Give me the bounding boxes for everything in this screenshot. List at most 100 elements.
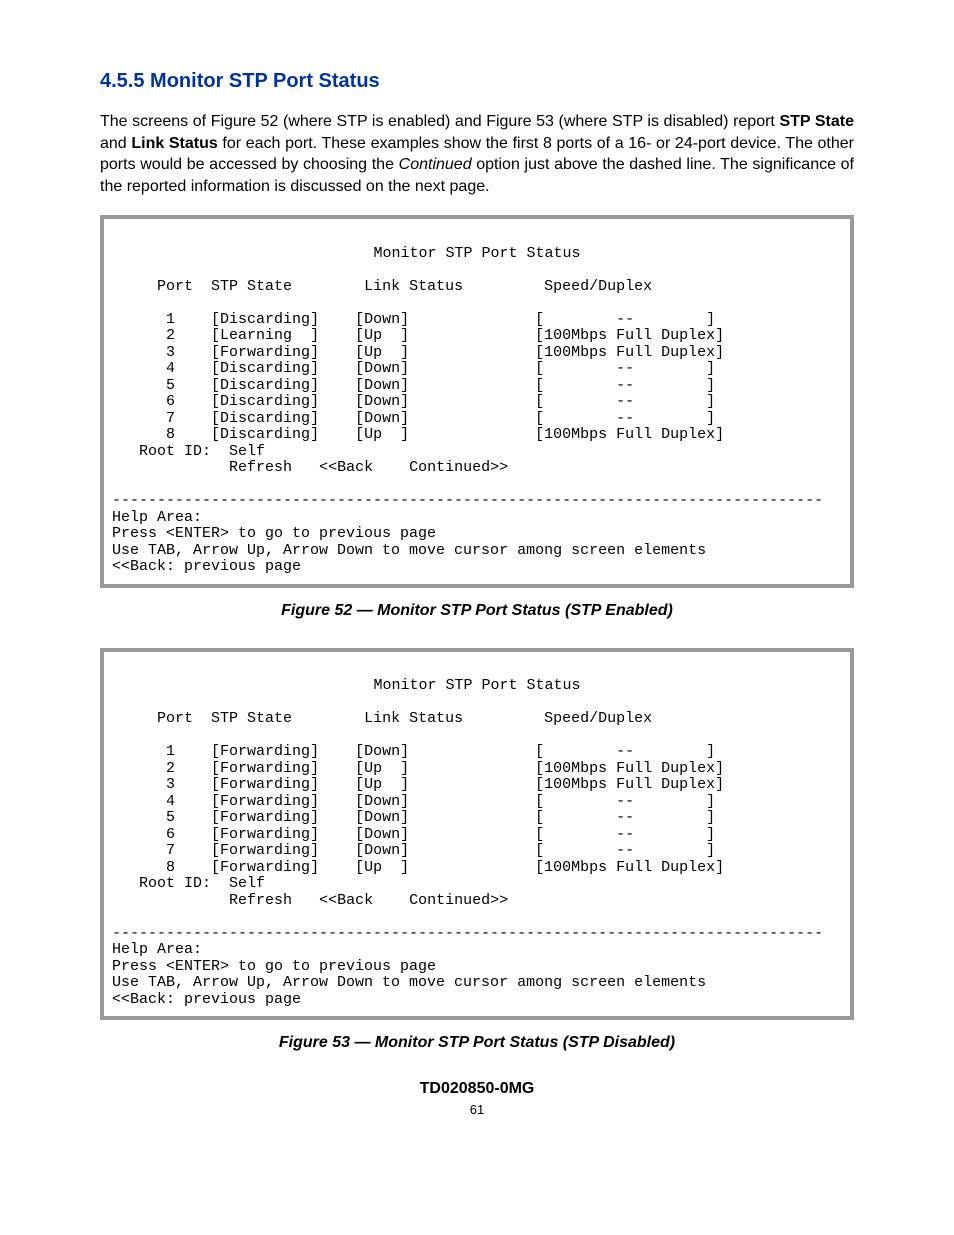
cell-speed: [100Mbps Full Duplex] bbox=[535, 344, 724, 361]
cell-stp: [Discarding] bbox=[211, 393, 319, 410]
cell-port: 5 bbox=[166, 377, 175, 394]
cell-port: 1 bbox=[166, 311, 175, 328]
divider-dashes: ----------------------------------------… bbox=[112, 925, 823, 942]
cell-link: [Down] bbox=[355, 393, 409, 410]
cell-stp: [Discarding] bbox=[211, 426, 319, 443]
cell-port: 7 bbox=[166, 410, 175, 427]
cell-speed: [100Mbps Full Duplex] bbox=[535, 859, 724, 876]
cell-stp: [Forwarding] bbox=[211, 776, 319, 793]
cell-port: 4 bbox=[166, 793, 175, 810]
cell-speed: [ -- ] bbox=[535, 311, 715, 328]
cell-link: [Up ] bbox=[355, 776, 409, 793]
document-id: TD020850-0MG bbox=[100, 1080, 854, 1098]
cell-speed: [ -- ] bbox=[535, 393, 715, 410]
terminal-title: Monitor STP Port Status bbox=[112, 678, 842, 695]
cell-stp: [Discarding] bbox=[211, 311, 319, 328]
cell-speed: [100Mbps Full Duplex] bbox=[535, 426, 724, 443]
cell-port: 2 bbox=[166, 327, 175, 344]
cell-port: 2 bbox=[166, 760, 175, 777]
cell-link: [Down] bbox=[355, 377, 409, 394]
intro-bold-linkstatus: Link Status bbox=[131, 135, 217, 152]
cell-link: [Up ] bbox=[355, 327, 409, 344]
cell-link: [Down] bbox=[355, 826, 409, 843]
cell-speed: [ -- ] bbox=[535, 360, 715, 377]
figure-caption-52: Figure 52 — Monitor STP Port Status (STP… bbox=[100, 602, 854, 620]
cell-port: 8 bbox=[166, 859, 175, 876]
cell-port: 3 bbox=[166, 776, 175, 793]
cell-speed: [100Mbps Full Duplex] bbox=[535, 760, 724, 777]
help-area-title: Help Area: bbox=[112, 941, 202, 958]
col-speed: Speed/Duplex bbox=[544, 710, 652, 727]
cell-stp: [Forwarding] bbox=[211, 793, 319, 810]
refresh-action[interactable]: Refresh bbox=[229, 892, 292, 909]
cell-stp: [Forwarding] bbox=[211, 809, 319, 826]
help-line: Press <ENTER> to go to previous page bbox=[112, 525, 436, 542]
back-action[interactable]: <<Back bbox=[319, 892, 373, 909]
intro-paragraph: The screens of Figure 52 (where STP is e… bbox=[100, 111, 854, 197]
cell-port: 7 bbox=[166, 842, 175, 859]
cell-link: [Down] bbox=[355, 360, 409, 377]
intro-text: The screens of Figure 52 (where STP is e… bbox=[100, 113, 779, 130]
continued-action[interactable]: Continued>> bbox=[409, 459, 508, 476]
cell-port: 6 bbox=[166, 826, 175, 843]
col-speed: Speed/Duplex bbox=[544, 278, 652, 295]
col-stp: STP State bbox=[211, 710, 292, 727]
cell-stp: [Forwarding] bbox=[211, 743, 319, 760]
cell-port: 4 bbox=[166, 360, 175, 377]
cell-stp: [Forwarding] bbox=[211, 344, 319, 361]
cell-stp: [Forwarding] bbox=[211, 842, 319, 859]
cell-link: [Down] bbox=[355, 842, 409, 859]
cell-speed: [ -- ] bbox=[535, 793, 715, 810]
cell-stp: [Discarding] bbox=[211, 410, 319, 427]
cell-speed: [ -- ] bbox=[535, 809, 715, 826]
cell-speed: [ -- ] bbox=[535, 842, 715, 859]
cell-port: 6 bbox=[166, 393, 175, 410]
col-stp: STP State bbox=[211, 278, 292, 295]
help-line: Use TAB, Arrow Up, Arrow Down to move cu… bbox=[112, 974, 706, 991]
cell-link: [Up ] bbox=[355, 859, 409, 876]
cell-link: [Down] bbox=[355, 743, 409, 760]
cell-stp: [Discarding] bbox=[211, 377, 319, 394]
cell-port: 8 bbox=[166, 426, 175, 443]
help-line: Use TAB, Arrow Up, Arrow Down to move cu… bbox=[112, 542, 706, 559]
back-action[interactable]: <<Back bbox=[319, 459, 373, 476]
cell-speed: [100Mbps Full Duplex] bbox=[535, 776, 724, 793]
terminal-screen-fig53: Monitor STP Port Status Port STP State L… bbox=[100, 648, 854, 1021]
terminal-screen-fig52: Monitor STP Port Status Port STP State L… bbox=[100, 215, 854, 588]
intro-bold-stpstate: STP State bbox=[779, 113, 854, 130]
cell-port: 5 bbox=[166, 809, 175, 826]
col-port: Port bbox=[157, 710, 193, 727]
cell-stp: [Forwarding] bbox=[211, 859, 319, 876]
help-line: <<Back: previous page bbox=[112, 991, 301, 1008]
figure-caption-53: Figure 53 — Monitor STP Port Status (STP… bbox=[100, 1034, 854, 1052]
root-id: Root ID: Self bbox=[139, 875, 265, 892]
divider-dashes: ----------------------------------------… bbox=[112, 492, 823, 509]
cell-link: [Down] bbox=[355, 410, 409, 427]
cell-link: [Down] bbox=[355, 793, 409, 810]
refresh-action[interactable]: Refresh bbox=[229, 459, 292, 476]
cell-stp: [Forwarding] bbox=[211, 826, 319, 843]
cell-port: 3 bbox=[166, 344, 175, 361]
cell-speed: [ -- ] bbox=[535, 410, 715, 427]
page-number: 61 bbox=[100, 1102, 854, 1117]
col-link: Link Status bbox=[364, 710, 463, 727]
intro-italic-continued: Continued bbox=[399, 156, 472, 173]
help-line: <<Back: previous page bbox=[112, 558, 301, 575]
root-id: Root ID: Self bbox=[139, 443, 265, 460]
cell-link: [Up ] bbox=[355, 344, 409, 361]
cell-link: [Up ] bbox=[355, 426, 409, 443]
cell-link: [Down] bbox=[355, 311, 409, 328]
terminal-title: Monitor STP Port Status bbox=[112, 246, 842, 263]
help-line: Press <ENTER> to go to previous page bbox=[112, 958, 436, 975]
intro-text: and bbox=[100, 135, 131, 152]
cell-link: [Up ] bbox=[355, 760, 409, 777]
col-link: Link Status bbox=[364, 278, 463, 295]
continued-action[interactable]: Continued>> bbox=[409, 892, 508, 909]
section-heading: 4.5.5 Monitor STP Port Status bbox=[100, 70, 854, 93]
cell-speed: [ -- ] bbox=[535, 826, 715, 843]
cell-port: 1 bbox=[166, 743, 175, 760]
col-port: Port bbox=[157, 278, 193, 295]
help-area-title: Help Area: bbox=[112, 509, 202, 526]
cell-speed: [100Mbps Full Duplex] bbox=[535, 327, 724, 344]
cell-stp: [Forwarding] bbox=[211, 760, 319, 777]
